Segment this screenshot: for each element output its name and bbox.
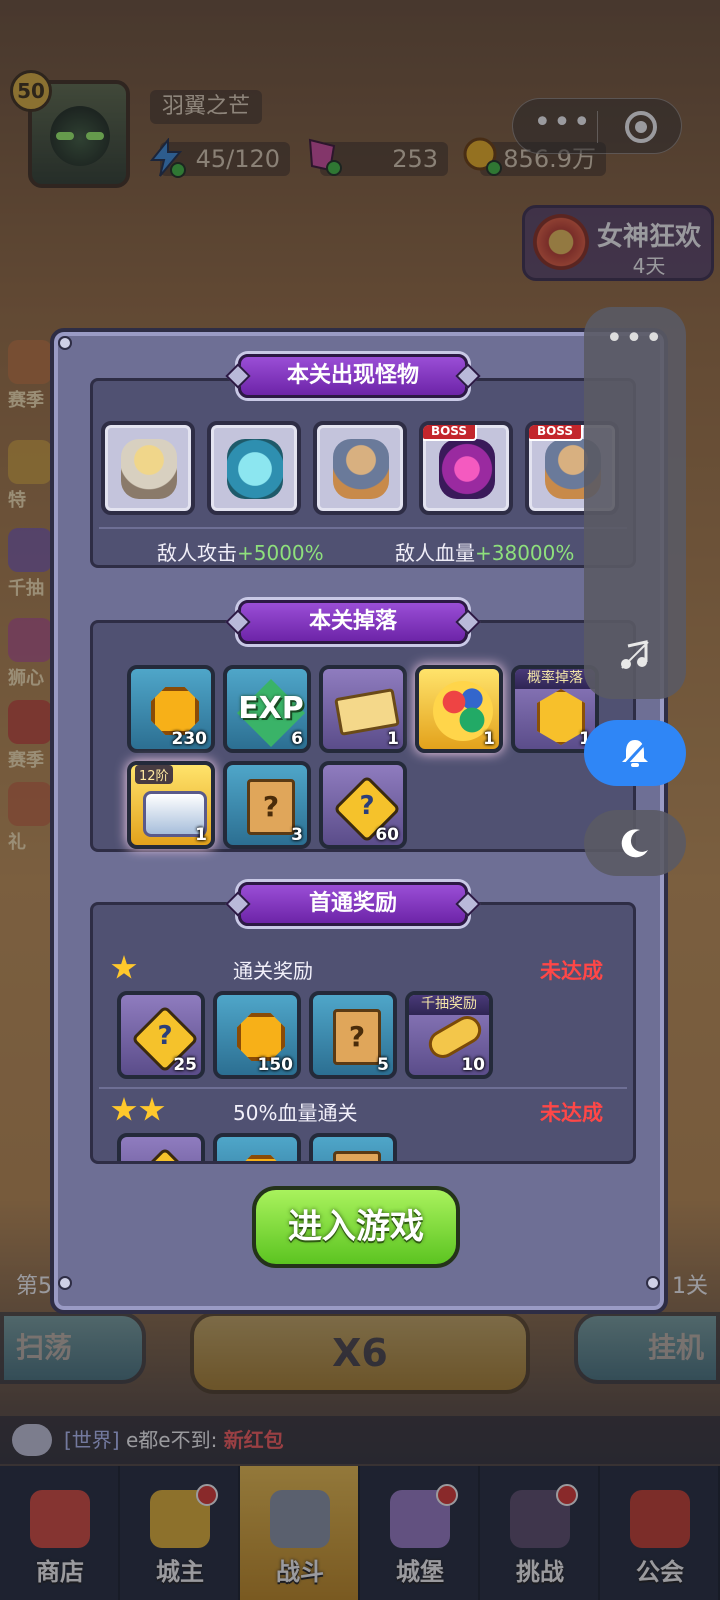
item-count: 150	[257, 1055, 294, 1075]
reward-puzzle[interactable]: ? 25	[117, 991, 205, 1079]
reward-gold-coin[interactable]: 150	[213, 991, 301, 1079]
star-icon	[111, 955, 137, 979]
monsters-section: BOSS BOSS 敌人攻击+5000% 敌人血量+38000%	[90, 378, 636, 568]
item-count: 1	[195, 825, 207, 845]
drop-chest[interactable]: 12阶 1	[127, 761, 215, 849]
enemy-hp-modifier: 敌人血量+38000%	[395, 537, 574, 566]
star-icon	[111, 1097, 137, 1121]
enemy-attack-value: +5000%	[237, 541, 324, 565]
armored-guard-icon	[333, 439, 389, 499]
scroll-icon: ?	[333, 1009, 381, 1065]
item-count: 60	[375, 825, 399, 845]
enemy-attack-modifier: 敌人攻击+5000%	[157, 537, 324, 566]
item-count: 5	[377, 1055, 389, 1075]
scroll-icon: ?	[247, 779, 295, 835]
drop-gold-coin[interactable]: 230	[127, 665, 215, 753]
first-clear-title: 首通奖励	[308, 891, 397, 916]
monster-armored-guard[interactable]	[313, 421, 407, 515]
reward-row2-item[interactable]	[117, 1133, 205, 1161]
scroll-icon: ?	[333, 1151, 381, 1161]
drops-section: 230 EXP 6 1 1 概率掉落 1 12阶 1 ? 3 ? 60	[90, 620, 636, 852]
music-icon[interactable]	[618, 638, 652, 672]
more-icon[interactable]: •••	[584, 321, 686, 356]
item-count: 10	[461, 1055, 485, 1075]
enter-game-button[interactable]: 进入游戏	[252, 1186, 460, 1268]
item-count: 1	[387, 729, 399, 749]
reward-row2-status: 未达成	[540, 1101, 603, 1125]
item-count: 25	[173, 1055, 197, 1075]
boss-tag: BOSS	[529, 425, 583, 441]
thousand-draw-tag: 千抽奖励	[409, 995, 489, 1015]
item-count: 6	[291, 729, 303, 749]
drop-mystery-bag[interactable]: 1	[415, 665, 503, 753]
water-spirit-icon	[227, 439, 283, 499]
bell-off-icon	[622, 738, 650, 768]
monster-boss-spider[interactable]: BOSS	[419, 421, 513, 515]
item-count: 3	[291, 825, 303, 845]
horned-knight-icon	[121, 439, 177, 499]
star-icon	[139, 1097, 165, 1121]
divider	[99, 527, 627, 529]
monster-horned-knight[interactable]	[101, 421, 195, 515]
rivet	[646, 1276, 660, 1290]
enemy-hp-value: +38000%	[475, 541, 575, 565]
monsters-banner: 本关出现怪物	[225, 354, 481, 398]
puzzle-icon	[131, 1147, 199, 1161]
drop-puzzle[interactable]: ? 60	[319, 761, 407, 849]
drop-exp[interactable]: EXP 6	[223, 665, 311, 753]
drops-banner: 本关掉落	[225, 600, 481, 644]
exp-label: EXP	[238, 691, 304, 726]
stage-info-dialog: BOSS BOSS 敌人攻击+5000% 敌人血量+38000% 本关出现怪物 …	[50, 328, 668, 1314]
drop-ticket[interactable]: 1	[319, 665, 407, 753]
gold-coin-icon	[237, 1013, 285, 1061]
monster-water-spirit[interactable]	[207, 421, 301, 515]
reward-key[interactable]: 千抽奖励 10	[405, 991, 493, 1079]
gold-coin-icon	[237, 1155, 285, 1161]
enemy-hp-label: 敌人血量	[395, 541, 475, 565]
mute-notification-button[interactable]	[584, 720, 686, 786]
boss-tag: BOSS	[423, 425, 477, 441]
reward-row1-title: 通关奖励	[233, 959, 313, 983]
reward-row2-item[interactable]: ?	[309, 1133, 397, 1161]
spider-boss-icon	[439, 439, 495, 499]
first-clear-banner: 首通奖励	[225, 882, 481, 926]
rivet	[58, 1276, 72, 1290]
tier-tag: 12阶	[135, 765, 173, 784]
reward-row2-item[interactable]	[213, 1133, 301, 1161]
dark-mode-button[interactable]	[584, 810, 686, 876]
enemy-attack-label: 敌人攻击	[157, 541, 237, 565]
drops-title: 本关掉落	[308, 609, 397, 634]
item-count: 230	[171, 729, 208, 749]
reward-row1-status: 未达成	[540, 959, 603, 983]
item-count: 1	[483, 729, 495, 749]
reward-row2-title: 50%血量通关	[233, 1101, 358, 1125]
drop-scroll[interactable]: ? 3	[223, 761, 311, 849]
gold-coin-icon	[151, 687, 199, 735]
question-mark: ?	[157, 1021, 173, 1051]
gold-badge-icon	[537, 689, 585, 745]
divider	[99, 1087, 627, 1089]
reward-scroll[interactable]: ? 5	[309, 991, 397, 1079]
monsters-title: 本关出现怪物	[286, 363, 419, 388]
rivet	[58, 336, 72, 350]
first-clear-section: 通关奖励 未达成 ?25 150 ?5 千抽奖励10 50%血量通关 未达成 ?	[90, 902, 636, 1164]
moon-icon	[621, 829, 648, 858]
question-mark: ?	[359, 791, 375, 821]
